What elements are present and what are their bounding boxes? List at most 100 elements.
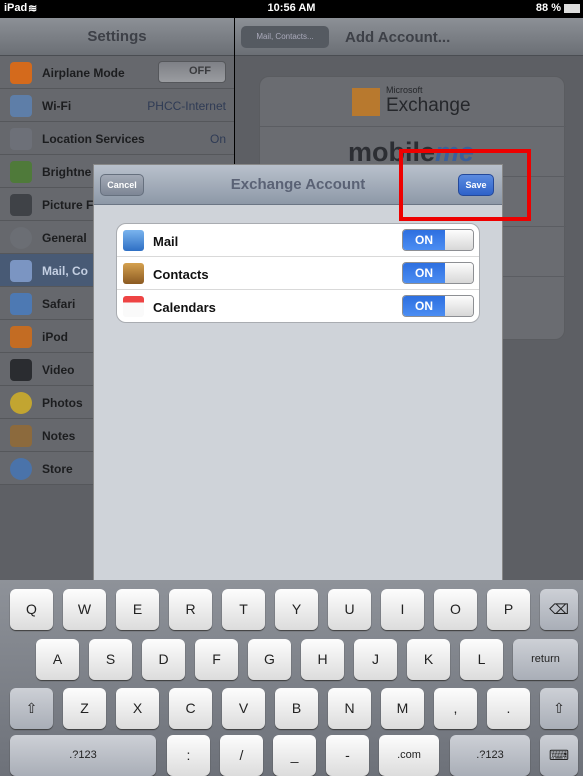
exchange-label: Exchange — [386, 95, 471, 116]
toggle-state: ON — [403, 230, 445, 250]
key-x[interactable]: X — [116, 688, 159, 729]
key-a[interactable]: A — [36, 639, 79, 680]
video-icon — [10, 359, 32, 381]
key-d[interactable]: D — [142, 639, 185, 680]
numbers-key-right[interactable]: .?123 — [450, 735, 530, 776]
row-label: Mail — [153, 234, 179, 249]
key-t[interactable]: T — [222, 589, 265, 630]
exchange-vendor: Microsoft — [386, 85, 423, 95]
row-label: Store — [42, 462, 73, 476]
key-s[interactable]: S — [89, 639, 132, 680]
key-b[interactable]: B — [275, 688, 318, 729]
key-k[interactable]: K — [407, 639, 450, 680]
settings-row-location[interactable]: Location Services On — [0, 122, 234, 155]
key-u[interactable]: U — [328, 589, 371, 630]
battery-icon — [564, 4, 580, 13]
key-f[interactable]: F — [195, 639, 238, 680]
exchange-logo-icon — [352, 88, 380, 116]
mail-toggle[interactable]: ON — [402, 229, 474, 251]
wifi-icon — [10, 95, 32, 117]
store-icon — [10, 458, 32, 480]
shift-key-right[interactable]: ⇧ — [540, 688, 578, 729]
key-v[interactable]: V — [222, 688, 265, 729]
battery-percent: 88 % — [535, 2, 561, 14]
hide-keyboard-key[interactable]: ⌨ — [540, 735, 578, 776]
key-underscore[interactable]: _ — [273, 735, 316, 776]
key-o[interactable]: O — [434, 589, 477, 630]
key-y[interactable]: Y — [275, 589, 318, 630]
return-key[interactable]: return — [513, 639, 578, 680]
contacts-toggle[interactable]: ON — [402, 262, 474, 284]
row-label: iPod — [42, 330, 68, 344]
shift-icon: ⇧ — [553, 700, 565, 716]
key-colon[interactable]: : — [167, 735, 210, 776]
row-label: Picture F — [42, 198, 94, 212]
row-label: Wi-Fi — [42, 99, 72, 113]
row-label: Video — [42, 363, 75, 377]
airplane-toggle[interactable]: OFF — [158, 61, 226, 83]
back-button[interactable]: Mail, Contacts... — [241, 26, 329, 48]
gear-icon — [10, 227, 32, 249]
key-h[interactable]: H — [301, 639, 344, 680]
onscreen-keyboard: Q W E R T Y U I O P ⌫ A S D F G H J K L … — [0, 580, 583, 776]
status-bar: iPad ≋ 10:56 AM 88 % — [0, 0, 583, 18]
row-label: Safari — [42, 297, 76, 311]
settings-title: Settings — [0, 18, 234, 56]
detail-title: Add Account... — [345, 29, 451, 46]
key-slash[interactable]: / — [220, 735, 263, 776]
key-comma[interactable]: , — [434, 688, 477, 729]
brightness-icon — [10, 161, 32, 183]
row-value: PHCC-Internet — [147, 99, 226, 113]
clock: 10:56 AM — [267, 2, 316, 14]
calendars-toggle[interactable]: ON — [402, 295, 474, 317]
safari-icon — [10, 293, 32, 315]
row-value: On — [209, 132, 226, 146]
contacts-app-icon — [123, 263, 144, 284]
key-z[interactable]: Z — [63, 688, 106, 729]
toggle-knob — [445, 263, 473, 283]
key-w[interactable]: W — [63, 589, 106, 630]
key-p[interactable]: P — [487, 589, 530, 630]
account-exchange[interactable]: Microsoft Exchange — [260, 77, 566, 127]
exchange-account-sheet: Cancel Exchange Account Save Mail ON Con… — [93, 164, 503, 580]
mail-icon — [10, 260, 32, 282]
toggle-state: ON — [403, 296, 445, 316]
key-g[interactable]: G — [248, 639, 291, 680]
picture-frame-icon — [10, 194, 32, 216]
toggle-state: ON — [403, 263, 445, 283]
settings-row-wifi[interactable]: Wi-Fi PHCC-Internet — [0, 89, 234, 122]
toggle-knob — [445, 296, 473, 316]
key-r[interactable]: R — [169, 589, 212, 630]
settings-row-airplane[interactable]: Airplane Mode OFF — [0, 56, 234, 89]
key-n[interactable]: N — [328, 688, 371, 729]
notes-icon — [10, 425, 32, 447]
row-label: Calendars — [153, 300, 216, 315]
toggle-knob — [445, 230, 473, 250]
key-e[interactable]: E — [116, 589, 159, 630]
key-i[interactable]: I — [381, 589, 424, 630]
row-label: Location Services — [42, 132, 145, 146]
numbers-key-left[interactable]: .?123 — [10, 735, 156, 776]
detail-nav-bar: Mail, Contacts... Add Account... — [235, 18, 583, 56]
key-l[interactable]: L — [460, 639, 503, 680]
shift-icon: ⇧ — [25, 700, 38, 716]
row-label: Contacts — [153, 267, 209, 282]
key-c[interactable]: C — [169, 688, 212, 729]
key-j[interactable]: J — [354, 639, 397, 680]
key-hyphen[interactable]: - — [326, 735, 369, 776]
key-q[interactable]: Q — [10, 589, 53, 630]
photos-icon — [10, 392, 32, 414]
key-period[interactable]: . — [487, 688, 530, 729]
key-m[interactable]: M — [381, 688, 424, 729]
backspace-icon: ⌫ — [549, 601, 569, 617]
save-highlight-box — [399, 149, 531, 221]
key-dotcom[interactable]: .com — [379, 735, 439, 776]
hide-keyboard-icon: ⌨ — [548, 747, 570, 763]
row-label: Photos — [42, 396, 83, 410]
row-label: Mail, Co — [42, 264, 89, 278]
backspace-key[interactable]: ⌫ — [540, 589, 578, 630]
calendar-app-icon — [123, 296, 144, 317]
shift-key-left[interactable]: ⇧ — [10, 688, 53, 729]
toggle-state: OFF — [189, 65, 211, 77]
location-icon — [10, 128, 32, 150]
